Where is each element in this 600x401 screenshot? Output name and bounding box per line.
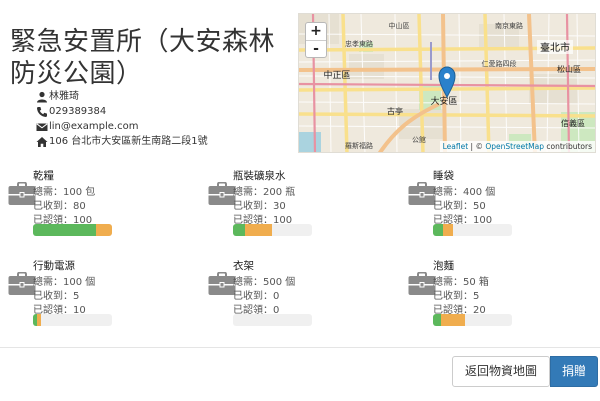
user-icon [37, 91, 47, 102]
map-label: 臺北市 [540, 41, 570, 54]
received-progress [33, 224, 97, 236]
zoom-out-button[interactable]: - [306, 40, 326, 57]
donate-button[interactable]: 捐贈 [550, 356, 598, 387]
item-received: 已收到：5 [433, 291, 480, 302]
map-label: 中山區 [389, 21, 410, 30]
envelope-icon [36, 122, 48, 131]
item-name: 衣架 [233, 260, 254, 272]
item-need: 總需：200 瓶 [233, 187, 296, 198]
received-progress [433, 224, 443, 236]
item-received: 已收到：80 [33, 201, 86, 212]
briefcase-icon [208, 182, 236, 205]
contact-phone-row: 029389384 [36, 104, 298, 119]
briefcase-icon [208, 272, 236, 295]
page-title: 緊急安置所（大安森林防災公園） [10, 27, 276, 89]
supply-item-card: 衣架 總需：500 個已收到：0 已認領：0 [200, 258, 400, 348]
supply-item-card: 乾糧 總需：100 包已收到：80 已認領：100 [0, 168, 200, 258]
contact-address: 106 台北市大安區新生南路二段1號 [49, 136, 208, 147]
supply-item-card: 瓶裝礦泉水 總需：200 瓶已收到：30 已認領：100 [200, 168, 400, 258]
item-need: 總需：100 包 [33, 187, 96, 198]
map-label: 仁愛路四段 [482, 59, 517, 68]
received-progress [233, 224, 245, 236]
item-name: 泡麵 [433, 260, 454, 272]
map-label: 南京東路 [495, 21, 523, 30]
map-tiles[interactable]: 臺北市 中正區 大安區 信義區 中山區 松山區 古亭 公館 南京東路 仁愛路四段… [299, 14, 596, 153]
item-progress-bar [233, 314, 312, 326]
map-label: 羅斯福路 [345, 141, 373, 150]
zoom-in-button[interactable]: + [306, 23, 326, 40]
item-received: 已收到：0 [233, 291, 280, 302]
contact-name-row: 林雅琦 [36, 89, 298, 104]
contact-name: 林雅琦 [49, 91, 79, 102]
item-progress-bar [433, 224, 512, 236]
location-map[interactable]: 臺北市 中正區 大安區 信義區 中山區 松山區 古亭 公館 南京東路 仁愛路四段… [298, 13, 596, 153]
map-label: 公館 [412, 135, 426, 144]
map-label: 松山區 [557, 64, 581, 74]
item-name: 睡袋 [433, 170, 454, 182]
supply-item-card: 泡麵 總需：50 箱已收到：5 已認領：20 [400, 258, 600, 348]
claimed-progress [440, 314, 465, 326]
map-attribution: Leaflet | © OpenStreetMap contributors [439, 141, 595, 152]
item-received: 已收到：30 [233, 201, 286, 212]
item-progress-bar [433, 314, 512, 326]
briefcase-icon [8, 182, 36, 205]
phone-icon [37, 106, 47, 117]
item-need: 總需：50 箱 [433, 277, 489, 288]
contact-info: 林雅琦 029389384 lin@example.com 106 台北市大安區… [36, 89, 298, 149]
item-progress-bar [33, 314, 112, 326]
footer-divider [0, 347, 600, 348]
map-label: 信義區 [561, 118, 585, 128]
item-received: 已收到：5 [33, 291, 80, 302]
item-need: 總需：400 個 [433, 187, 496, 198]
map-zoom-control: + - [305, 22, 327, 58]
back-to-map-button[interactable]: 返回物資地圖 [452, 356, 550, 387]
supply-item-card: 睡袋 總需：400 個已收到：50 已認領：100 [400, 168, 600, 258]
supply-item-card: 行動電源 總需：100 個已收到：5 已認領：10 [0, 258, 200, 348]
attrib-separator: | © [468, 142, 486, 151]
contact-email: lin@example.com [49, 121, 139, 132]
claimed-progress [442, 224, 453, 236]
home-icon [36, 136, 48, 147]
leaflet-link[interactable]: Leaflet [443, 142, 469, 151]
item-received: 已收到：50 [433, 201, 486, 212]
osm-link[interactable]: OpenStreetMap [485, 142, 544, 151]
item-progress-bar [33, 224, 112, 236]
claimed-progress [96, 224, 112, 236]
contact-phone: 029389384 [49, 106, 107, 117]
briefcase-icon [408, 272, 436, 295]
map-label: 忠孝東路 [345, 39, 373, 48]
item-name: 乾糧 [33, 170, 54, 182]
item-progress-bar [233, 224, 312, 236]
briefcase-icon [408, 182, 436, 205]
claimed-progress [36, 314, 41, 326]
briefcase-icon [8, 272, 36, 295]
attrib-tail: contributors [544, 142, 592, 151]
map-label: 古亭 [387, 106, 403, 116]
map-label: 中正區 [323, 69, 350, 81]
claimed-progress [244, 224, 273, 236]
received-progress [433, 314, 441, 326]
item-need: 總需：100 個 [33, 277, 96, 288]
item-name: 瓶裝礦泉水 [233, 170, 286, 182]
contact-email-row: lin@example.com [36, 119, 298, 134]
item-need: 總需：500 個 [233, 277, 296, 288]
item-name: 行動電源 [33, 260, 75, 272]
map-label: 大安區 [430, 95, 457, 107]
contact-address-row: 106 台北市大安區新生南路二段1號 [36, 134, 298, 149]
